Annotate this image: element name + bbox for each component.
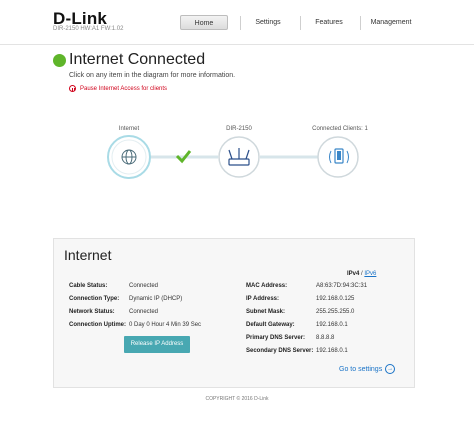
connection-type-value: Dynamic IP (DHCP) (129, 296, 183, 302)
ipv6-tab[interactable]: IPv6 (364, 271, 376, 277)
mac-address-value: A8:63:7D:94:3C:31 (316, 283, 368, 289)
connection-type-label: Connection Type: (69, 296, 120, 302)
ipv4-tab[interactable]: IPv4 (347, 271, 359, 277)
arrow-right-icon: → (385, 364, 396, 374)
internet-label: Internet (118, 126, 140, 132)
subnet-mask-label: Subnet Mask: (246, 309, 286, 315)
subnet-mask-value: 255.255.255.0 (316, 309, 355, 315)
section-title: Internet (64, 247, 112, 263)
secondary-dns-value: 192.168.0.1 (316, 348, 348, 354)
ip-address-label: IP Address: (246, 296, 280, 302)
internet-node[interactable] (107, 135, 151, 179)
ip-address-value: 192.168.0.125 (316, 296, 355, 302)
page: D-Link DIR-2150 HW:A1 FW:1.02 Home Setti… (0, 0, 474, 421)
primary-dns-label: Primary DNS Server: (246, 335, 306, 341)
go-to-settings-link[interactable]: Go to settings → (339, 364, 396, 374)
default-gateway-label: Default Gateway: (246, 322, 295, 328)
default-gateway-value: 192.168.0.1 (316, 322, 348, 328)
network-status-value: Connected (129, 309, 159, 315)
cable-status-value: Connected (129, 283, 159, 289)
router-node[interactable] (218, 136, 260, 178)
mac-address-label: MAC Address: (246, 283, 288, 289)
connection-uptime-label: Connection Uptime: (69, 322, 126, 328)
ipv-separator: / (361, 271, 363, 277)
ip-version-toggle: IPv4 / IPv6 (347, 271, 376, 277)
copyright-text: COPYRIGHT © 2016 D-Link (205, 396, 269, 402)
secondary-dns-label: Secondary DNS Server: (246, 348, 314, 354)
go-to-settings-label: Go to settings (339, 365, 383, 373)
router-label: DIR-2150 (226, 126, 252, 132)
release-ip-button[interactable]: Release IP Address (124, 336, 190, 353)
clients-label: Connected Clients: 1 (312, 126, 368, 132)
cable-status-label: Cable Status: (69, 283, 108, 289)
network-status-label: Network Status: (69, 309, 115, 315)
primary-dns-value: 8.8.8.8 (316, 335, 335, 341)
clients-node[interactable] (317, 136, 359, 178)
network-diagram (107, 135, 359, 179)
connection-uptime-value: 0 Day 0 Hour 4 Min 39 Sec (129, 322, 202, 328)
